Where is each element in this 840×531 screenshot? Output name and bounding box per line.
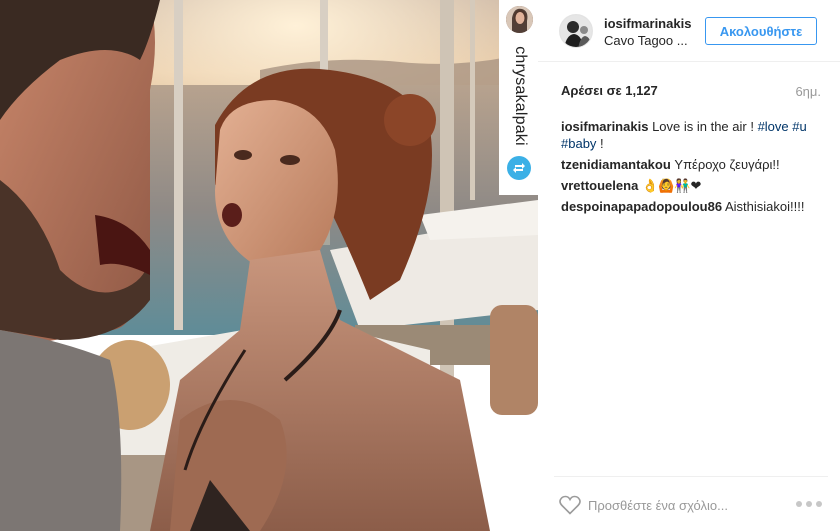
comments-list: iosifmarinakis Love is in the air ! #lov… (561, 118, 829, 219)
list-item: tzenidiamantakou Υπέροχο ζευγάρι!! (561, 156, 829, 173)
comment-text: Aisthisiakoi!!!! (724, 199, 805, 214)
avatar-icon (506, 6, 533, 33)
instagram-post: chrysakalpaki iosifmarinakis Cavo Tagoo … (0, 0, 840, 531)
post-header: iosifmarinakis Cavo Tagoo ... Ακολουθήστ… (538, 0, 840, 62)
hashtag-baby[interactable]: #baby (561, 136, 596, 151)
post-footer (554, 476, 828, 531)
profile-photo-icon (560, 15, 592, 47)
repost-username[interactable]: chrysakalpaki (508, 40, 532, 152)
avatar[interactable] (559, 14, 593, 48)
post-author-username[interactable]: iosifmarinakis (604, 16, 691, 31)
comment-input[interactable] (588, 494, 778, 516)
caption-text: Love is in the air ! (652, 119, 758, 134)
comment-username[interactable]: tzenidiamantakou (561, 157, 671, 172)
hashtag-love[interactable]: #love (758, 119, 789, 134)
more-options-icon[interactable] (796, 496, 822, 512)
list-item: vrettouelena 👌🙆👫❤ (561, 177, 829, 194)
comment-username[interactable]: despoinapapadopoulou86 (561, 199, 722, 214)
hashtag-u[interactable]: #u (792, 119, 806, 134)
repost-avatar (506, 6, 533, 33)
comment-text: Υπέροχο ζευγάρι!! (674, 157, 780, 172)
heart-icon[interactable] (559, 495, 581, 515)
caption-end: ! (596, 136, 604, 151)
caption: iosifmarinakis Love is in the air ! #lov… (561, 118, 829, 152)
follow-button[interactable]: Ακολουθήστε (705, 17, 817, 45)
post-photo[interactable] (0, 0, 538, 531)
repost-icon (507, 156, 531, 180)
post-time[interactable]: 6ημ. (795, 84, 821, 99)
caption-username[interactable]: iosifmarinakis (561, 119, 648, 134)
list-item: despoinapapadopoulou86 Aisthisiakoi!!!! (561, 198, 829, 215)
post-location[interactable]: Cavo Tagoo ... (604, 33, 688, 48)
couple-beach-photo (0, 0, 538, 531)
post-sidebar: iosifmarinakis Cavo Tagoo ... Ακολουθήστ… (538, 0, 840, 531)
comment-username[interactable]: vrettouelena (561, 178, 638, 193)
likes-count[interactable]: Αρέσει σε 1,127 (561, 83, 658, 98)
comment-text: 👌🙆👫❤ (641, 178, 702, 193)
